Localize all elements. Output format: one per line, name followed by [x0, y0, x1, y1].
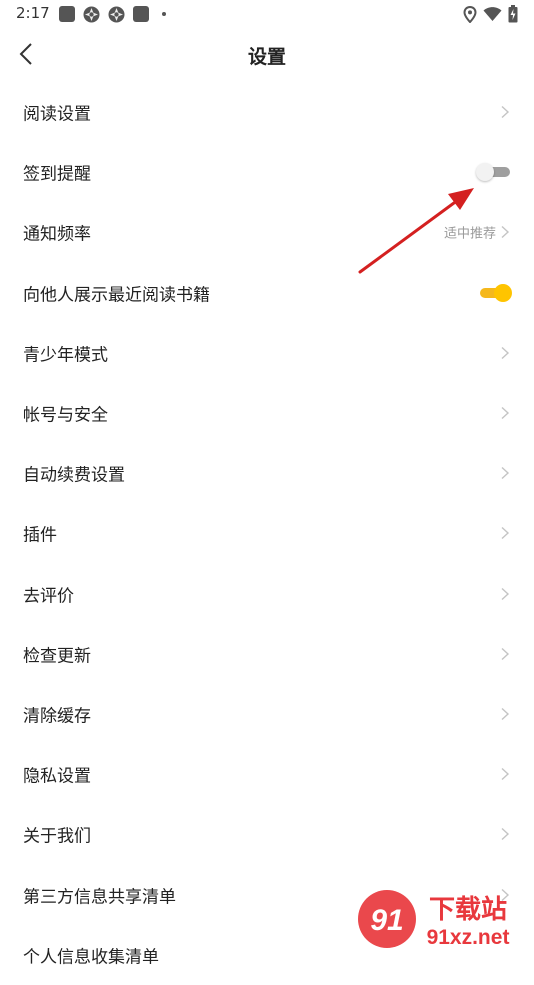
chevron-right-icon: [501, 888, 510, 901]
wifi-icon: [483, 7, 502, 21]
chevron-right-icon: [501, 226, 510, 239]
setting-label: 去评价: [23, 586, 74, 607]
toggle-knob: [476, 163, 494, 182]
setting-about-us[interactable]: 关于我们: [0, 804, 534, 864]
notification-square-icon: [59, 6, 75, 22]
setting-label: 插件: [23, 525, 57, 546]
setting-clear-cache[interactable]: 清除缓存: [0, 684, 534, 744]
more-dot-icon: [162, 12, 166, 16]
setting-show-recent-reading: 向他人展示最近阅读书籍: [0, 263, 534, 323]
chevron-right-icon: [501, 467, 510, 480]
header: 设置: [0, 28, 534, 82]
chevron-right-icon: [501, 647, 510, 660]
setting-label: 青少年模式: [23, 345, 108, 366]
setting-value: 适中推荐: [443, 226, 496, 242]
setting-personal-info-collection[interactable]: 个人信息收集清单: [0, 925, 534, 985]
show-recent-reading-toggle[interactable]: [476, 283, 512, 302]
setting-privacy-settings[interactable]: 隐私设置: [0, 744, 534, 804]
setting-account-security[interactable]: 帐号与安全: [0, 383, 534, 443]
setting-checkin-reminder: 签到提醒: [0, 142, 534, 202]
chevron-right-icon: [501, 346, 510, 359]
settings-list: 阅读设置 签到提醒 通知频率 适中推荐 向他人展示最近阅读书籍 青少年模式 帐号…: [0, 82, 534, 985]
setting-label: 帐号与安全: [23, 405, 108, 426]
setting-label: 关于我们: [23, 826, 91, 847]
chevron-right-icon: [501, 407, 510, 420]
checkin-reminder-toggle[interactable]: [476, 163, 512, 182]
chevron-right-icon: [501, 768, 510, 781]
status-bar: 2:17: [0, 0, 534, 28]
setting-third-party-sharing[interactable]: 第三方信息共享清单: [0, 864, 534, 924]
setting-check-update[interactable]: 检查更新: [0, 624, 534, 684]
page-title: 设置: [247, 46, 286, 68]
setting-label: 清除缓存: [23, 706, 91, 727]
battery-icon: [508, 5, 518, 23]
aperture-icon: [83, 6, 100, 23]
chevron-right-icon: [501, 106, 510, 119]
setting-plugins[interactable]: 插件: [0, 503, 534, 563]
setting-label: 阅读设置: [23, 104, 91, 125]
notification-square-icon: [133, 6, 149, 22]
setting-reading-settings[interactable]: 阅读设置: [0, 82, 534, 142]
setting-label: 隐私设置: [23, 766, 91, 787]
chevron-right-icon: [501, 587, 510, 600]
chevron-right-icon: [501, 707, 510, 720]
setting-label: 签到提醒: [23, 164, 91, 185]
setting-label: 第三方信息共享清单: [23, 887, 176, 908]
status-time: 2:17: [16, 4, 50, 22]
chevron-right-icon: [501, 527, 510, 540]
setting-label: 检查更新: [23, 646, 91, 667]
setting-auto-renew[interactable]: 自动续费设置: [0, 443, 534, 503]
setting-label: 向他人展示最近阅读书籍: [23, 285, 210, 306]
setting-label: 通知频率: [23, 224, 91, 245]
setting-teen-mode[interactable]: 青少年模式: [0, 323, 534, 383]
setting-rate-app[interactable]: 去评价: [0, 564, 534, 624]
aperture-icon: [108, 6, 125, 23]
chevron-right-icon: [501, 828, 510, 841]
setting-label: 个人信息收集清单: [23, 947, 159, 968]
location-icon: [463, 6, 477, 23]
setting-notification-frequency[interactable]: 通知频率 适中推荐: [0, 202, 534, 262]
setting-label: 自动续费设置: [23, 465, 125, 486]
toggle-knob: [494, 283, 512, 302]
